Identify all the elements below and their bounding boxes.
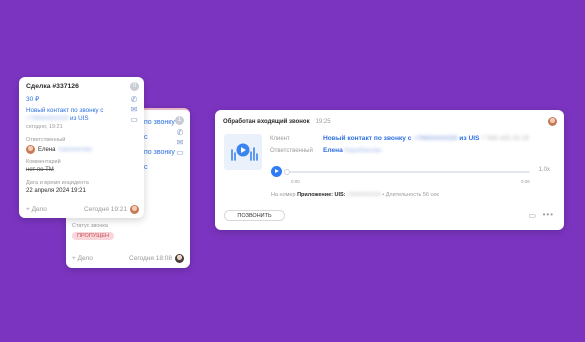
playback-speed[interactable]: 1.0x: [539, 167, 550, 173]
client-suffix: из UIS: [459, 135, 480, 142]
responsible-surname: Карабанова: [58, 146, 92, 153]
audio-start-time: 0:00: [291, 179, 300, 184]
mail-icon[interactable]: ✉: [174, 138, 186, 148]
call-time: 19:25: [315, 119, 331, 125]
contact-text[interactable]: Новый контакт по звонку с: [26, 107, 103, 114]
card-footer: + Дело Сегодня 18:08: [72, 254, 184, 263]
audio-progress-track[interactable]: [285, 171, 530, 173]
client-row: Клиент Новый контакт по звонку с +796844…: [270, 135, 529, 142]
back-action-icons: ✆ ✉ ▭: [174, 128, 186, 158]
client-label: Клиент: [270, 135, 290, 142]
audio-wave-icon: [231, 143, 258, 161]
play-button[interactable]: [271, 166, 282, 177]
footer-time: Сегодня 18:08: [129, 255, 172, 262]
client-extra: 7 968 445 43 28: [481, 135, 529, 142]
client-phone: +79684454328: [413, 135, 458, 142]
contact-link[interactable]: Новый контакт по звонку с +79684454328 и…: [26, 107, 130, 123]
card-footer: + Дело Сегодня 19:21: [26, 205, 139, 214]
notification-badge: 0: [130, 82, 139, 91]
responsible-row: Ответственный Елена Карабанова: [270, 147, 381, 154]
status-label: Статус звонка: [72, 223, 108, 229]
info-number: 79584425028: [347, 192, 381, 198]
responsible-name[interactable]: Елена: [323, 147, 343, 154]
audio-end-time: 0:26: [521, 179, 530, 184]
note-icon[interactable]: ▭: [528, 212, 536, 220]
responsible-name: Елена: [38, 146, 56, 153]
status-badge: ПРОПУЩЕН: [72, 232, 115, 240]
more-icon[interactable]: •••: [543, 210, 554, 219]
comment-text: нет по ТМ: [26, 167, 54, 173]
footer-time: Сегодня 19:21: [84, 206, 127, 213]
contact-phone: +79684454328: [26, 115, 69, 122]
mail-icon[interactable]: ✉: [128, 105, 140, 115]
call-header: Обработан входящий звонок 19:25: [223, 119, 331, 125]
responsible-user[interactable]: Елена Карабанова: [26, 145, 92, 154]
add-task-button[interactable]: + Дело: [72, 255, 93, 262]
responsible-label: Ответственный: [26, 137, 66, 143]
deal-price: 30 ₽: [26, 96, 40, 103]
info-duration: • Длительность 56 сек: [382, 192, 439, 198]
info-prefix: На номер: [271, 192, 296, 198]
call-button[interactable]: ПОЗВОНИТЬ: [224, 210, 285, 221]
audio-progress-handle[interactable]: [284, 169, 290, 175]
responsible-surname: Карабанова: [344, 147, 382, 154]
client-link[interactable]: Новый контакт по звонку с +79684454328 и…: [323, 135, 529, 142]
add-task-button[interactable]: + Дело: [26, 206, 47, 213]
audio-file-icon: [224, 134, 262, 170]
deal-action-icons: ✆ ✉ ▭: [128, 95, 140, 125]
datetime-value: 22 апреля 2024 19:21: [26, 188, 86, 194]
avatar: [548, 117, 557, 126]
comment-label: Комментарий: [26, 159, 61, 165]
phone-icon[interactable]: ✆: [174, 128, 186, 138]
chat-icon[interactable]: ▭: [128, 115, 140, 125]
deal-card[interactable]: Сделка #337126 0 30 ₽ Новый контакт по з…: [19, 77, 144, 218]
call-card: Обработан входящий звонок 19:25 Клиент Н…: [215, 110, 564, 230]
phone-icon[interactable]: ✆: [128, 95, 140, 105]
client-text[interactable]: Новый контакт по звонку с: [323, 135, 411, 142]
call-info: На номер Приложение: UIS: 79584425028 • …: [271, 192, 439, 198]
avatar: [130, 205, 139, 214]
avatar: [175, 254, 184, 263]
datetime-label: Дата и время инцидента: [26, 180, 89, 186]
contact-suffix: из UIS: [69, 115, 89, 122]
info-app: Приложение: UIS:: [297, 192, 346, 198]
deal-title[interactable]: Сделка #337126: [26, 83, 79, 90]
deal-date: сегодня, 19:21: [26, 124, 63, 130]
responsible-label: Ответственный: [270, 147, 313, 154]
chat-icon[interactable]: ▭: [174, 148, 186, 158]
responsible-user[interactable]: Елена Карабанова: [323, 147, 381, 154]
avatar: [26, 145, 35, 154]
call-title: Обработан входящий звонок: [223, 119, 310, 125]
